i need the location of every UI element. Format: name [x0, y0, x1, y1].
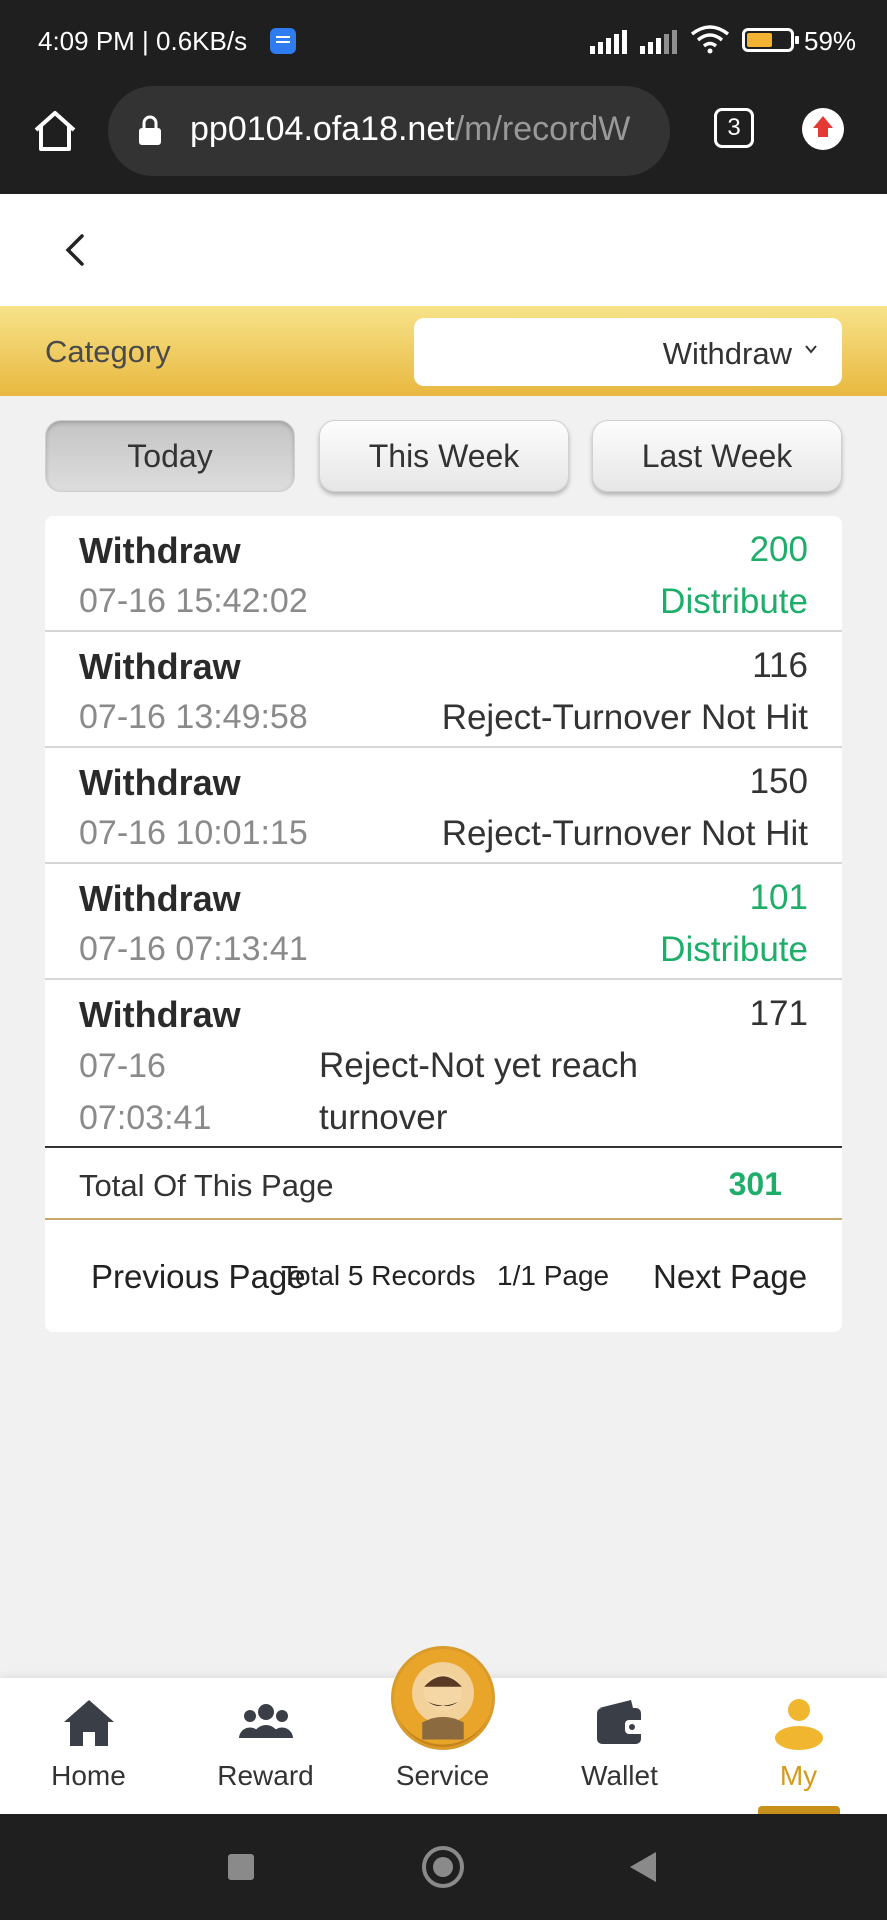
category-select[interactable]: Withdraw [414, 318, 842, 386]
record-status: Distribute [660, 582, 808, 621]
url-text: pp0104.ofa18.net/m/recordW [190, 110, 631, 148]
tab-this-week[interactable]: This Week [319, 420, 569, 492]
battery-percent: 59% [804, 26, 857, 56]
record-type: Withdraw [79, 646, 241, 687]
record-amount: 171 [749, 994, 808, 1033]
lock-icon [139, 115, 161, 145]
record-row[interactable]: Withdraw 200 07-16 15:42:02 Distribute [45, 516, 842, 632]
nav-label: My [779, 1760, 818, 1791]
record-datetime: 07-16 10:01:15 [79, 814, 308, 852]
tab-last-week[interactable]: Last Week [592, 420, 842, 492]
nav-reward[interactable]: Reward [177, 1678, 354, 1814]
home-button[interactable] [422, 1846, 464, 1888]
record-amount: 150 [749, 762, 808, 801]
nav-service[interactable]: Service [354, 1678, 531, 1814]
address-bar[interactable]: pp0104.ofa18.net/m/recordW [108, 86, 670, 176]
bottom-navigation: Home Reward Service Wallet My [0, 1646, 887, 1814]
record-datetime: 07-16 07:03:41 [79, 1047, 212, 1137]
records-card: Withdraw 200 07-16 15:42:02 Distribute W… [45, 516, 842, 1332]
record-type: Withdraw [79, 878, 241, 919]
browser-home-icon[interactable] [30, 106, 80, 156]
category-selected-value: Withdraw [662, 336, 792, 371]
upload-icon[interactable] [802, 108, 844, 150]
record-datetime: 07-16 07:13:41 [79, 930, 308, 968]
nav-label: Home [51, 1760, 126, 1791]
record-status: Reject-Turnover Not Hit [441, 698, 808, 737]
tab-switcher-button[interactable]: 3 [714, 108, 754, 148]
record-amount: 200 [749, 530, 808, 569]
record-datetime: 07-16 15:42:02 [79, 582, 308, 620]
system-navigation-bar [0, 1814, 887, 1920]
page-header [0, 194, 887, 306]
record-row[interactable]: Withdraw 101 07-16 07:13:41 Distribute [45, 864, 842, 980]
record-type: Withdraw [79, 994, 241, 1035]
record-row[interactable]: Withdraw 150 07-16 10:01:15 Reject-Turno… [45, 748, 842, 864]
recent-apps-button[interactable] [228, 1854, 254, 1880]
record-amount: 116 [752, 646, 808, 685]
users-icon [239, 1704, 293, 1738]
page-total-label: Total Of This Page [79, 1168, 334, 1203]
page-total-value: 301 [728, 1166, 782, 1202]
nav-label: Service [395, 1760, 490, 1791]
status-bar: 4:09 PM | 0.6KB/s 59% [0, 0, 887, 82]
back-button[interactable] [630, 1852, 656, 1882]
signal-icon-2 [640, 30, 680, 54]
record-row[interactable]: Withdraw 171 07-16 07:03:41 Reject-Not y… [45, 980, 842, 1148]
tab-today[interactable]: Today [45, 420, 295, 492]
previous-page-button[interactable]: Previous Page [91, 1258, 306, 1296]
message-notification-icon [270, 28, 296, 54]
record-row[interactable]: Withdraw 116 07-16 13:49:58 Reject-Turno… [45, 632, 842, 748]
record-amount: 101 [749, 878, 808, 917]
user-icon [775, 1699, 823, 1750]
page-indicator: 1/1 Page [497, 1260, 610, 1291]
nav-label: Wallet [581, 1760, 658, 1791]
pagination: Previous Page Total 5 Records 1/1 Page N… [45, 1220, 842, 1332]
record-type: Withdraw [79, 530, 241, 571]
record-type: Withdraw [79, 762, 241, 803]
active-indicator [758, 1806, 840, 1814]
back-arrow-icon[interactable] [56, 230, 96, 270]
record-status: Reject-Turnover Not Hit [441, 814, 808, 853]
record-datetime: 07-16 13:49:58 [79, 698, 308, 736]
wifi-icon [690, 25, 730, 54]
status-time: 4:09 PM | 0.6KB/s [38, 26, 248, 56]
signal-icon [590, 30, 630, 54]
total-records-text: Total 5 Records [281, 1260, 476, 1291]
nav-wallet[interactable]: Wallet [531, 1678, 708, 1814]
home-icon [64, 1700, 114, 1746]
nav-label: Reward [217, 1760, 314, 1791]
category-filter-bar: Category Withdraw [0, 306, 887, 396]
nav-my[interactable]: My [710, 1678, 887, 1814]
nav-home[interactable]: Home [0, 1678, 177, 1814]
record-status: Reject-Not yet reach turnover [319, 1046, 639, 1137]
wallet-icon [597, 1700, 645, 1744]
browser-toolbar: pp0104.ofa18.net/m/recordW 3 [0, 82, 887, 194]
chevron-down-icon [805, 345, 817, 354]
category-label: Category [45, 334, 171, 369]
record-status: Distribute [660, 930, 808, 969]
next-page-button[interactable]: Next Page [653, 1258, 807, 1296]
page-total-row: Total Of This Page 301 [45, 1148, 842, 1220]
battery-icon [742, 28, 799, 52]
